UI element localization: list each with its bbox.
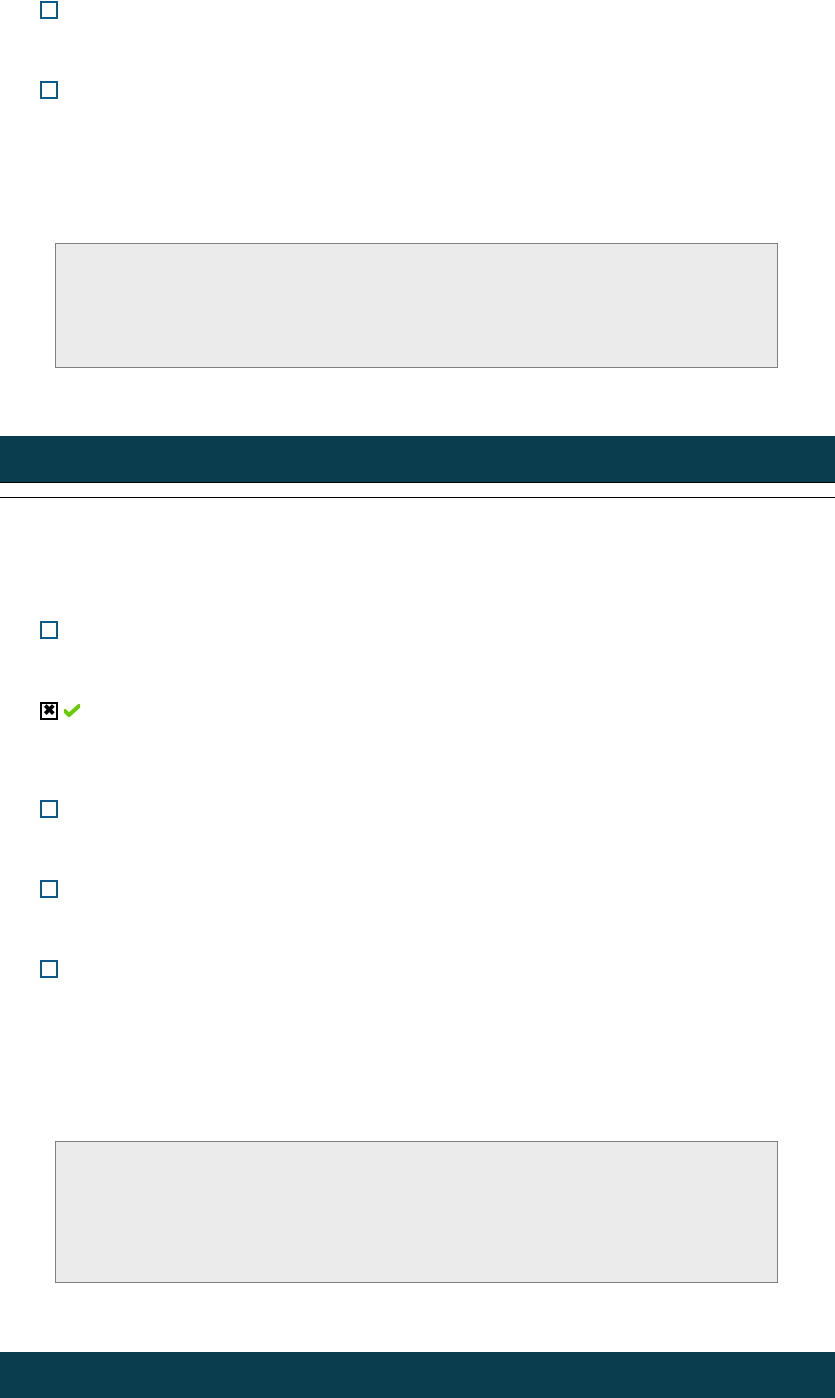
section-subheader-strip <box>0 482 835 498</box>
checkbox-d2[interactable] <box>40 880 58 898</box>
option-row-b <box>40 702 80 720</box>
comment-textarea-1[interactable] <box>55 243 778 368</box>
checkbox-c[interactable] <box>40 800 58 818</box>
option-row-c <box>40 800 58 818</box>
comment-textarea-2[interactable] <box>55 1141 778 1283</box>
checkmark-icon <box>64 704 80 718</box>
section-header-bar <box>0 436 835 482</box>
option-row-d2 <box>40 880 58 898</box>
checkbox-e2[interactable] <box>40 960 58 978</box>
checkbox-d[interactable] <box>40 1 58 19</box>
option-row-d <box>40 1 58 19</box>
option-row-e <box>40 81 58 99</box>
checkbox-e[interactable] <box>40 81 58 99</box>
option-row-a <box>40 621 58 639</box>
section-header-bar-2 <box>0 1352 835 1398</box>
checkbox-a[interactable] <box>40 621 58 639</box>
checkbox-b[interactable] <box>40 702 58 720</box>
option-row-e2 <box>40 960 58 978</box>
